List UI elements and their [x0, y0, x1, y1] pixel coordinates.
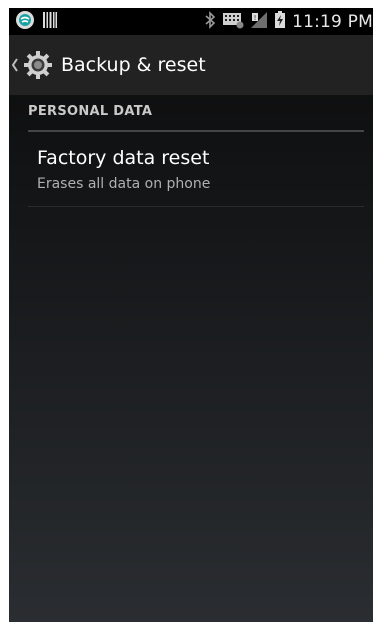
- factory-data-reset-item[interactable]: Factory data reset Erases all data on ph…: [28, 137, 364, 207]
- bluetooth-icon: [204, 10, 216, 33]
- section-header: PERSONAL DATA: [28, 104, 364, 132]
- battery-charging-icon: [274, 10, 286, 33]
- item-summary: Erases all data on phone: [37, 176, 211, 192]
- settings-gear-icon[interactable]: [23, 50, 53, 80]
- status-time: 11:19 PM: [292, 11, 373, 32]
- status-bar: ! 11:19 PM: [9, 8, 373, 35]
- status-left-icons: [15, 10, 57, 34]
- no-signal-icon: !: [250, 11, 268, 33]
- item-title: Factory data reset: [37, 147, 210, 169]
- chevron-left-icon[interactable]: [11, 55, 19, 75]
- barcode-icon: [43, 11, 57, 33]
- keyboard-icon: [222, 11, 244, 33]
- app-notification-icon: [15, 10, 35, 34]
- phone-screen: ! 11:19 PM Backup & reset PERSONAL DATA …: [9, 8, 373, 622]
- section-header-label: PERSONAL DATA: [28, 104, 153, 119]
- svg-text:!: !: [254, 14, 257, 22]
- status-right-icons: ! 11:19 PM: [204, 10, 373, 33]
- action-bar: Backup & reset: [9, 35, 373, 95]
- page-title: Backup & reset: [61, 54, 206, 76]
